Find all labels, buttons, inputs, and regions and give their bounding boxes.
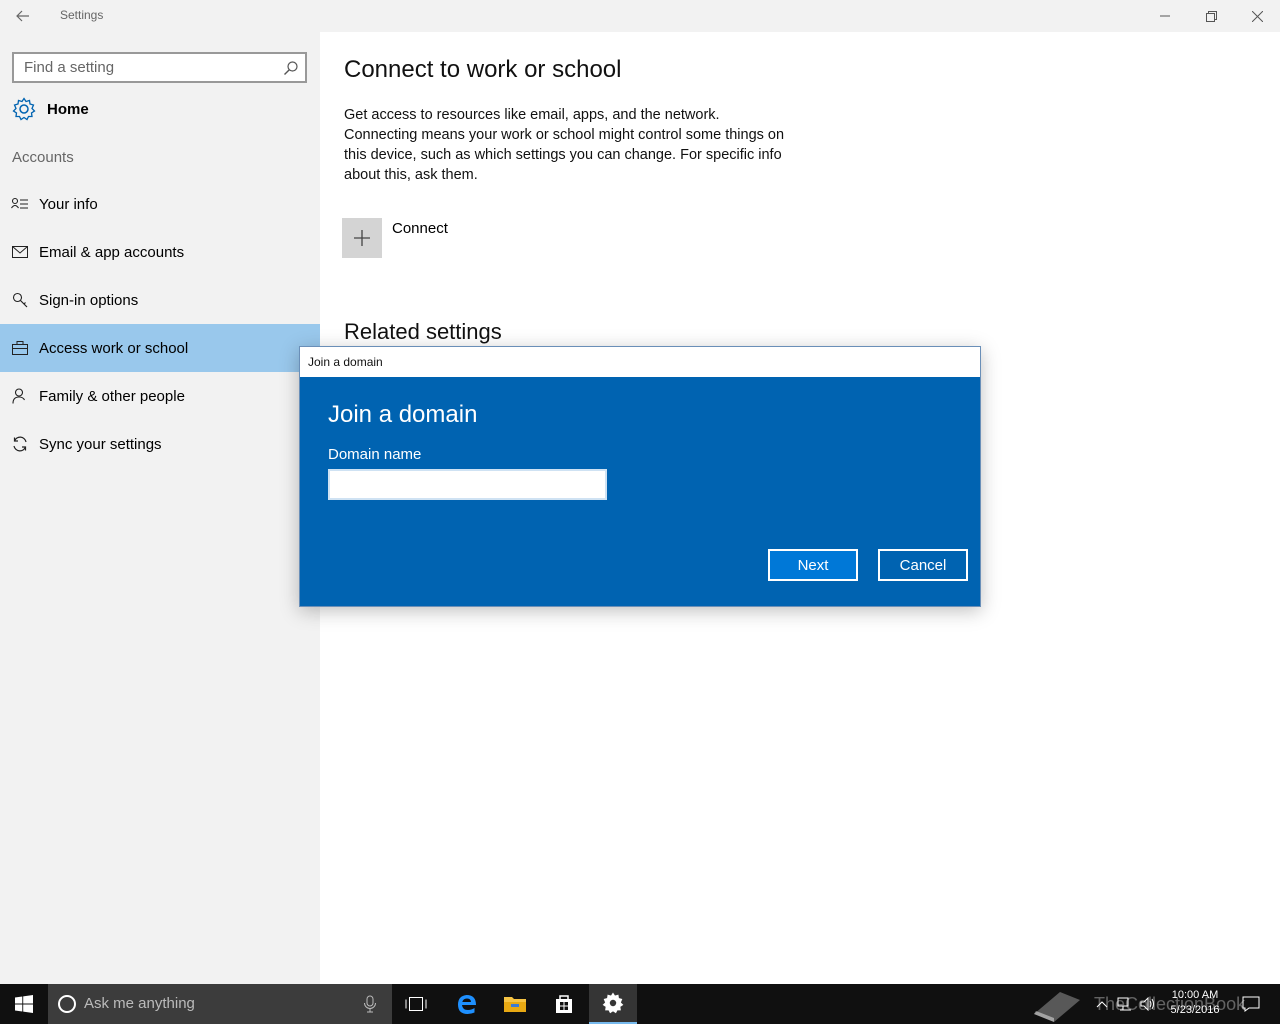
cortana-placeholder: Ask me anything xyxy=(84,995,195,1012)
file-explorer-icon[interactable] xyxy=(491,984,539,1024)
domain-name-input[interactable] xyxy=(328,469,607,500)
clock[interactable]: 10:00 AM 5/23/2016 xyxy=(1160,988,1230,1018)
cortana-search-box[interactable]: Ask me anything xyxy=(48,984,392,1024)
clock-time: 10:00 AM xyxy=(1171,989,1219,1001)
sidebar-item-family[interactable]: Family & other people xyxy=(0,372,320,420)
page-title: Connect to work or school xyxy=(344,56,622,83)
next-button[interactable]: Next xyxy=(768,549,858,581)
network-icon[interactable] xyxy=(1117,984,1133,1024)
volume-icon[interactable] xyxy=(1140,984,1156,1024)
sidebar-item-email[interactable]: Email & app accounts xyxy=(0,228,320,276)
sync-icon xyxy=(11,435,29,453)
windows-logo-icon xyxy=(15,995,33,1013)
microphone-icon[interactable] xyxy=(362,994,378,1014)
start-button[interactable] xyxy=(0,984,48,1024)
home-label: Home xyxy=(47,100,89,118)
sidebar-item-label: Your info xyxy=(39,195,98,213)
sidebar-item-label: Sync your settings xyxy=(39,435,162,453)
related-settings-heading: Related settings xyxy=(344,319,502,344)
back-arrow-icon[interactable] xyxy=(12,6,34,26)
sidebar-item-access-work[interactable]: Access work or school xyxy=(0,324,320,372)
sidebar-item-label: Family & other people xyxy=(39,387,185,405)
person-icon xyxy=(11,387,29,405)
task-view-icon[interactable] xyxy=(392,984,440,1024)
dialog-title-bar: Join a domain xyxy=(300,347,980,377)
minimize-icon[interactable] xyxy=(1142,0,1188,32)
connect-label: Connect xyxy=(392,220,448,237)
page-description: Get access to resources like email, apps… xyxy=(344,107,785,183)
domain-name-label: Domain name xyxy=(328,446,422,463)
gear-icon xyxy=(12,97,36,121)
search-input[interactable]: Find a setting xyxy=(12,52,307,83)
taskbar: Ask me anything TheCollectionBook 10:00 … xyxy=(0,984,1280,1024)
mail-icon xyxy=(11,243,29,261)
home-link[interactable]: Home xyxy=(12,96,89,122)
cancel-button[interactable]: Cancel xyxy=(878,549,968,581)
title-bar: Settings xyxy=(0,0,1280,32)
sidebar-item-sync[interactable]: Sync your settings xyxy=(0,420,320,468)
settings-app-icon[interactable] xyxy=(589,984,637,1024)
sidebar-item-your-info[interactable]: Your info xyxy=(0,180,320,228)
clock-date: 5/23/2016 xyxy=(1170,1004,1220,1016)
sidebar-item-sign-in[interactable]: Sign-in options xyxy=(0,276,320,324)
search-icon[interactable] xyxy=(283,60,299,76)
show-hidden-icons[interactable] xyxy=(1096,984,1108,1024)
sidebar-item-label: Email & app accounts xyxy=(39,243,185,261)
book-logo-icon xyxy=(1034,992,1080,1022)
sidebar: Find a setting Home Accounts Your info E… xyxy=(0,32,320,984)
edge-browser-icon[interactable] xyxy=(443,984,491,1024)
cortana-icon xyxy=(58,995,76,1013)
section-heading: Accounts xyxy=(12,149,74,166)
restore-icon[interactable] xyxy=(1188,0,1234,32)
contact-card-icon xyxy=(11,195,29,213)
briefcase-icon xyxy=(11,339,29,357)
key-icon xyxy=(11,291,29,309)
window-title: Settings xyxy=(60,8,104,22)
sidebar-item-label: Access work or school xyxy=(39,339,189,357)
close-icon[interactable] xyxy=(1234,0,1280,32)
dialog-heading: Join a domain xyxy=(328,401,478,428)
sidebar-item-label: Sign-in options xyxy=(39,291,139,309)
join-domain-dialog: Join a domain Join a domain Domain name … xyxy=(299,346,981,607)
plus-icon xyxy=(342,218,382,258)
action-center-icon[interactable] xyxy=(1242,984,1260,1024)
store-icon[interactable] xyxy=(540,984,588,1024)
search-placeholder: Find a setting xyxy=(24,59,115,76)
connect-button[interactable]: Connect xyxy=(342,218,448,258)
